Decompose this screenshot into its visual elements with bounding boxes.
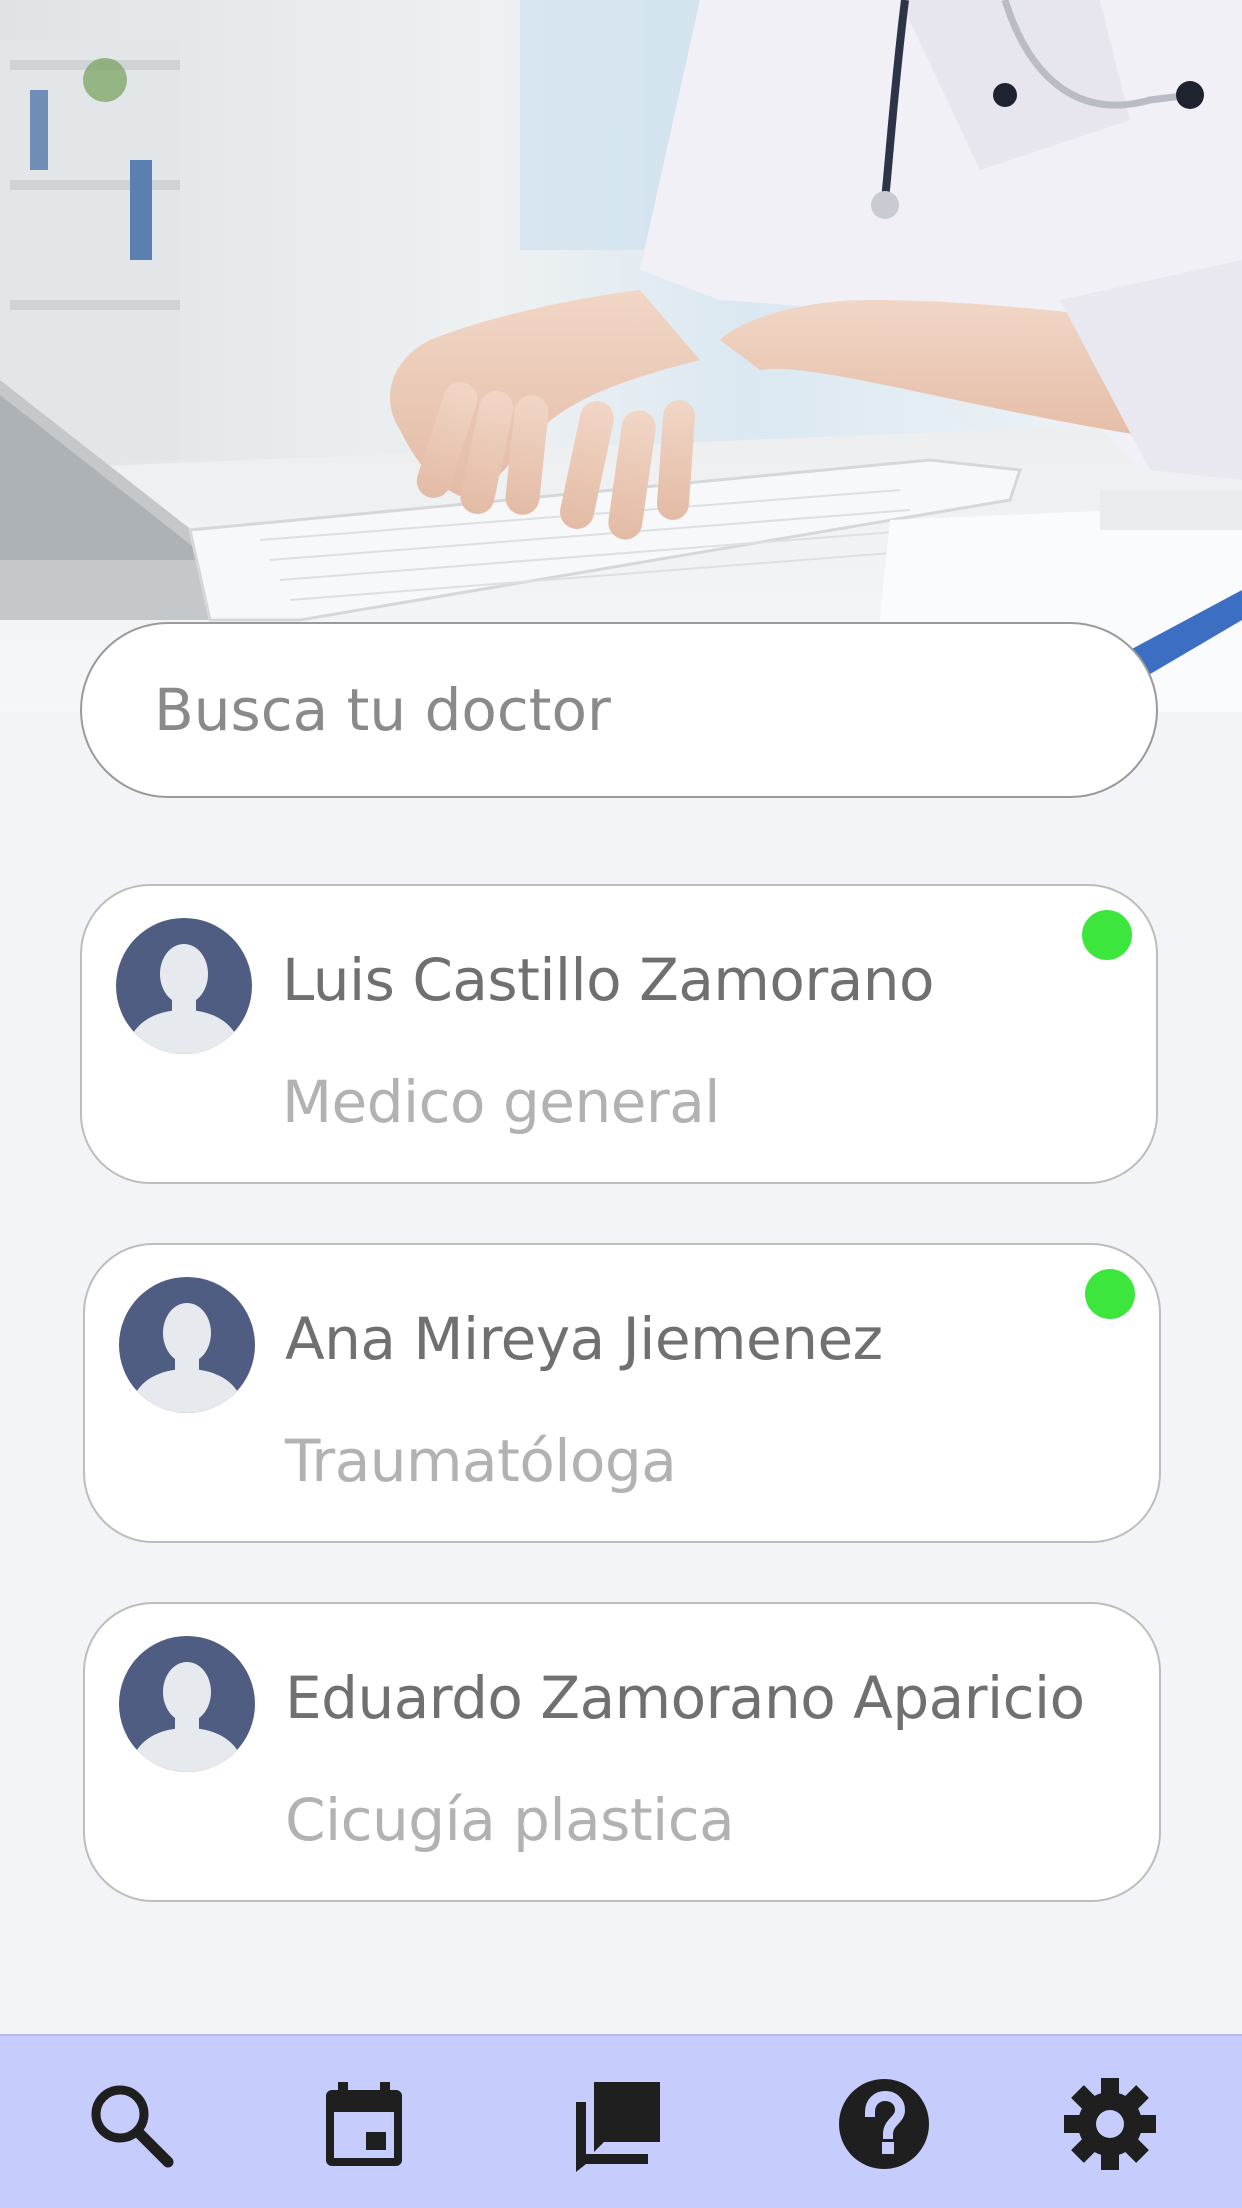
calendar-icon <box>326 2082 402 2166</box>
search-bar[interactable] <box>80 622 1158 798</box>
gear-icon <box>1064 2078 1156 2170</box>
user-avatar-icon <box>119 1277 255 1413</box>
doctor-typing-illustration <box>0 0 1242 712</box>
user-avatar-icon <box>119 1636 255 1772</box>
doctor-card[interactable]: Ana Mireya Jiemenez Traumatóloga <box>83 1243 1161 1543</box>
online-status-indicator <box>1085 1269 1135 1319</box>
nav-messages-button[interactable] <box>570 2076 666 2172</box>
nav-help-button[interactable] <box>836 2076 932 2172</box>
avatar <box>119 1277 255 1413</box>
doctor-name: Ana Mireya Jiemenez <box>285 1305 883 1373</box>
online-status-indicator <box>1082 910 1132 960</box>
doctor-specialty: Cicugía plastica <box>285 1786 735 1854</box>
search-icon <box>91 2085 174 2168</box>
bottom-navigation-bar <box>0 2034 1242 2208</box>
avatar <box>119 1636 255 1772</box>
nav-calendar-button[interactable] <box>316 2076 412 2172</box>
user-avatar-icon <box>116 918 252 1054</box>
doctor-name: Luis Castillo Zamorano <box>282 946 934 1014</box>
avatar <box>116 918 252 1054</box>
nav-search-button[interactable] <box>82 2076 178 2172</box>
doctor-card[interactable]: Luis Castillo Zamorano Medico general <box>80 884 1158 1184</box>
hero-image <box>0 0 1242 712</box>
doctor-specialty: Traumatóloga <box>285 1427 677 1495</box>
search-input[interactable] <box>154 624 1156 796</box>
nav-settings-button[interactable] <box>1062 2076 1158 2172</box>
doctor-name: Eduardo Zamorano Aparicio <box>285 1664 1085 1732</box>
help-icon <box>839 2079 929 2169</box>
chat-icon <box>576 2082 660 2172</box>
doctor-card[interactable]: Eduardo Zamorano Aparicio Cicugía plasti… <box>83 1602 1161 1902</box>
doctor-specialty: Medico general <box>282 1068 720 1136</box>
